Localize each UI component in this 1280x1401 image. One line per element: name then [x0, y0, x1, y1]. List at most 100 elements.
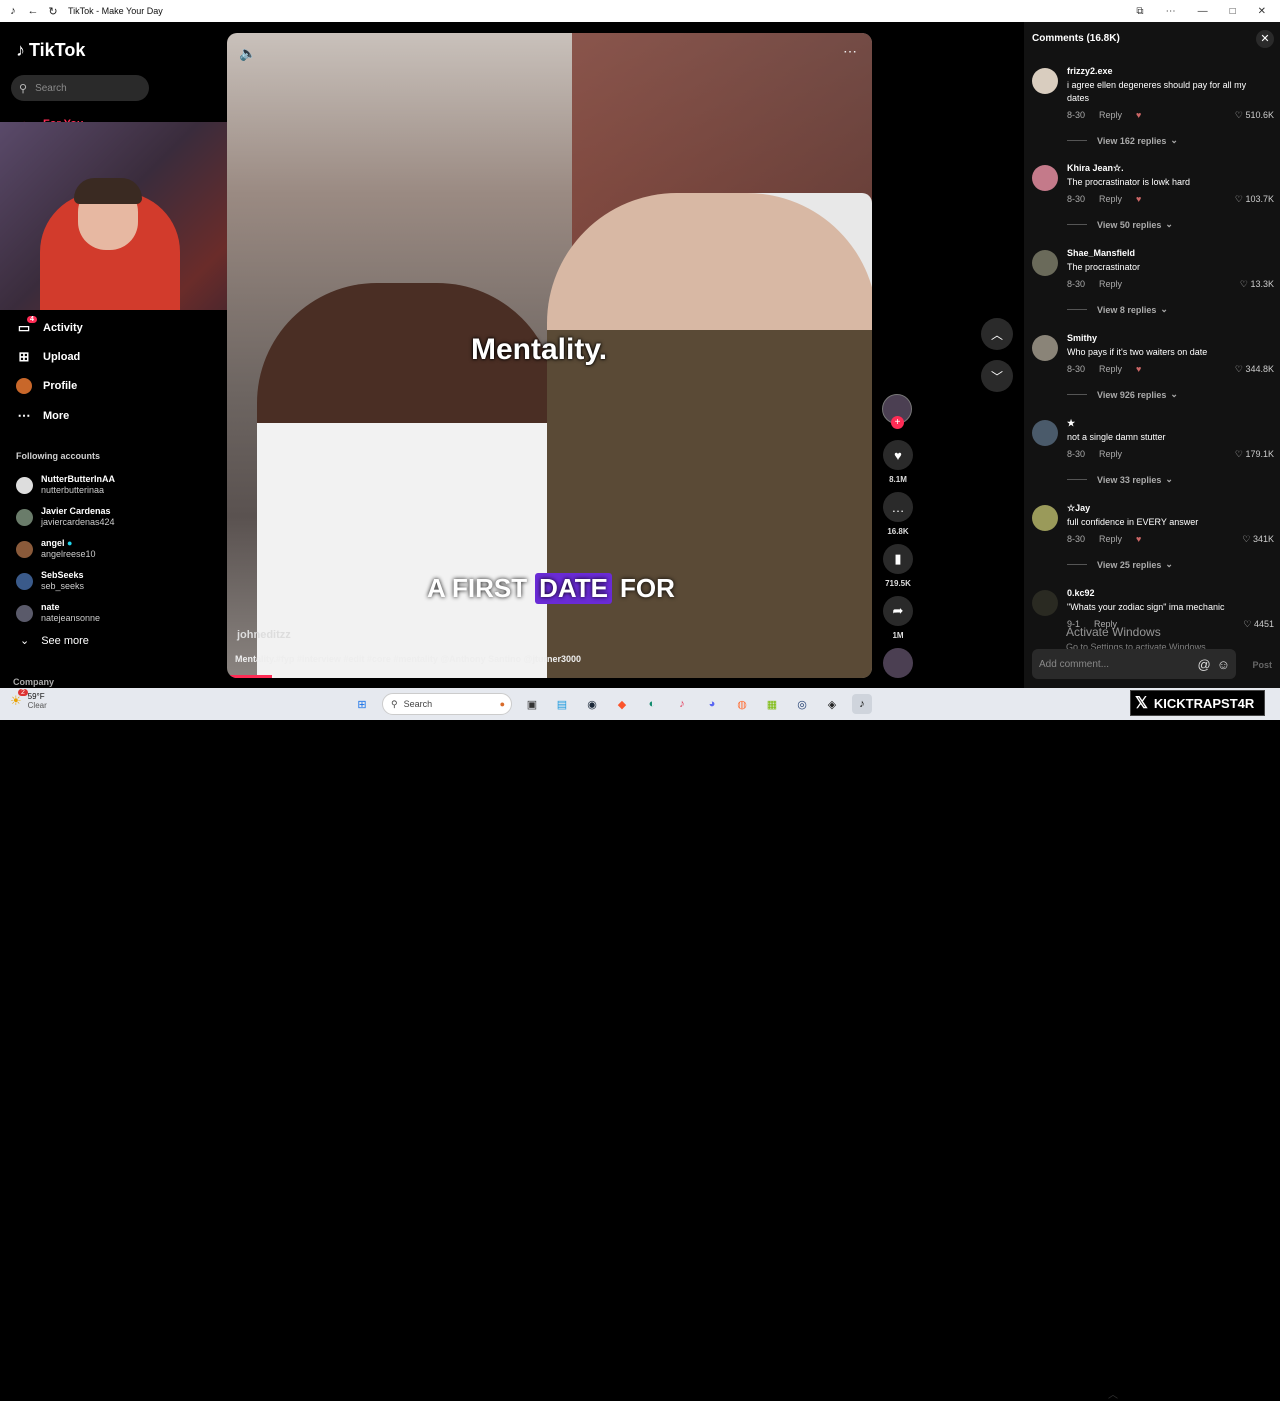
following-account[interactable]: angel ● angelreese10: [16, 538, 96, 560]
following-account[interactable]: SebSeeks seb_seeks: [16, 570, 84, 592]
next-video-button[interactable]: ﹀: [981, 360, 1013, 392]
video-more-icon[interactable]: ⋯: [843, 43, 858, 60]
weather-widget[interactable]: ☀ 2 59°F Clear: [10, 689, 47, 710]
heart-outline-icon: ♡: [1234, 449, 1243, 459]
save-button[interactable]: ▮ 719.5K: [882, 544, 914, 588]
see-more-button[interactable]: ⌄ See more: [20, 634, 89, 648]
view-replies-button[interactable]: View 926 replies ⌄: [1067, 389, 1178, 400]
reply-button[interactable]: Reply: [1099, 194, 1122, 204]
avatar[interactable]: [1032, 590, 1058, 616]
share-button[interactable]: ➦ 1M: [882, 596, 914, 640]
avatar[interactable]: [1032, 68, 1058, 94]
volume-icon[interactable]: 🔈: [239, 45, 256, 62]
maximize-button[interactable]: □: [1230, 6, 1236, 17]
chevron-up-icon[interactable]: ︿: [1108, 1386, 1118, 1401]
avatar[interactable]: [1032, 250, 1058, 276]
view-replies-button[interactable]: View 162 replies ⌄: [1067, 135, 1178, 146]
reply-button[interactable]: Reply: [1099, 279, 1122, 289]
search-input[interactable]: ⚲ Search: [11, 75, 149, 101]
comment-like-button[interactable]: ♡ 341K: [1242, 534, 1274, 545]
notepad-icon[interactable]: ▤: [552, 694, 572, 714]
comment-button[interactable]: … 16.8K: [882, 492, 914, 536]
view-replies-button[interactable]: View 8 replies ⌄: [1067, 304, 1168, 315]
video-progress-bar[interactable]: [227, 675, 272, 678]
close-button[interactable]: ✕: [1258, 6, 1266, 17]
streamer-brand-overlay: 𝕏 KICKTRAPST4R: [1130, 690, 1265, 716]
reply-button[interactable]: Reply: [1099, 364, 1122, 374]
sidebar-item-more[interactable]: ⋯ More: [16, 408, 70, 424]
previous-video-button[interactable]: ︿: [981, 318, 1013, 350]
app-view-icon[interactable]: ⧉: [1136, 6, 1143, 17]
comment-user[interactable]: Khira Jean☆.: [1067, 163, 1124, 174]
tiktok-logo[interactable]: ♪ TikTok: [16, 40, 85, 61]
post-button[interactable]: Post: [1252, 660, 1272, 670]
more-menu-icon[interactable]: ⋯: [1166, 6, 1176, 17]
following-account[interactable]: nate natejeansonne: [16, 602, 100, 624]
video-caption-bottom: A FIRST DATE FOR: [427, 573, 675, 604]
search-placeholder: Search: [35, 82, 67, 94]
view-replies-label: View 33 replies: [1097, 474, 1162, 485]
avatar: [16, 540, 33, 558]
brave-icon[interactable]: ◆: [612, 694, 632, 714]
view-replies-label: View 162 replies: [1097, 135, 1167, 146]
like-button[interactable]: ♥ 8.1M: [882, 440, 914, 484]
comment-user[interactable]: frizzy2.exe: [1067, 66, 1113, 76]
comment-user[interactable]: 0.kc92: [1067, 588, 1095, 598]
avatar[interactable]: [1032, 165, 1058, 191]
view-replies-button[interactable]: View 33 replies ⌄: [1067, 474, 1173, 485]
tiktok-taskbar-icon[interactable]: ♪: [672, 694, 692, 714]
discord-icon[interactable]: ◕: [702, 694, 722, 714]
view-replies-button[interactable]: View 50 replies ⌄: [1067, 219, 1173, 230]
comment-user[interactable]: Smithy: [1067, 333, 1097, 343]
taskbar-apps: ⊞ ⚲ Search ● ▣ ▤ ◉ ◆ ◐ ♪ ◕ ◍ ▦ ◎ ◈ ♪: [352, 693, 872, 715]
add-comment-input[interactable]: Add comment... @ ☺: [1032, 649, 1236, 679]
comment-like-button[interactable]: ♡ 103.7K: [1235, 194, 1274, 205]
sidebar-item-profile[interactable]: Profile: [16, 378, 77, 394]
avatar[interactable]: [1032, 335, 1058, 361]
edge-icon[interactable]: ◐: [642, 694, 662, 714]
obs-icon[interactable]: ◎: [792, 694, 812, 714]
firefox-icon[interactable]: ◍: [732, 694, 752, 714]
tiktok-active-icon[interactable]: ♪: [852, 694, 872, 714]
taskbar-search[interactable]: ⚲ Search ●: [382, 693, 512, 715]
video-player[interactable]: 🔈 ⋯ Mentality. A FIRST DATE FOR johnedit…: [227, 33, 872, 678]
avatar[interactable]: [1032, 505, 1058, 531]
back-arrow-icon[interactable]: ←: [26, 4, 40, 18]
comment-text: "Whats your zodiac sign" ima mechanic: [1067, 602, 1225, 612]
comment-like-button[interactable]: ♡ 4451: [1243, 619, 1274, 630]
company-link[interactable]: Company: [13, 677, 54, 687]
comment-text: full confidence in EVERY answer: [1067, 517, 1199, 527]
nvidia-icon[interactable]: ▦: [762, 694, 782, 714]
reply-button[interactable]: Reply: [1099, 449, 1122, 459]
comment-user[interactable]: ☆Jay: [1067, 503, 1090, 514]
windows-start-icon[interactable]: ⊞: [352, 694, 372, 714]
avatar[interactable]: [1032, 420, 1058, 446]
sidebar-item-upload[interactable]: ⊞ Upload: [16, 349, 81, 365]
following-account[interactable]: Javier Cardenas javiercardenas424: [16, 506, 115, 528]
chevron-up-icon: ︿: [990, 327, 1003, 342]
minimize-button[interactable]: —: [1198, 6, 1208, 17]
close-comments-button[interactable]: ✕: [1256, 30, 1274, 48]
sidebar-item-activity[interactable]: ▭ 4 Activity: [16, 316, 83, 336]
chevron-down-icon: ⌄: [1170, 389, 1178, 399]
app-icon[interactable]: ◈: [822, 694, 842, 714]
comment-like-button[interactable]: ♡ 510.6K: [1235, 110, 1274, 121]
view-replies-button[interactable]: View 25 replies ⌄: [1067, 559, 1173, 570]
video-author[interactable]: johneditzz: [237, 629, 291, 641]
comment-like-button[interactable]: ♡ 179.1K: [1235, 449, 1274, 460]
reply-button[interactable]: Reply: [1099, 534, 1122, 544]
steam-icon[interactable]: ◉: [582, 694, 602, 714]
reply-button[interactable]: Reply: [1099, 110, 1122, 120]
following-account[interactable]: NutterButterInAA nutterbutterinaa: [16, 474, 115, 496]
music-disc[interactable]: [882, 648, 914, 678]
emoji-icon[interactable]: ☺: [1217, 657, 1230, 672]
refresh-icon[interactable]: ↻: [46, 4, 60, 18]
comment-like-button[interactable]: ♡ 13.3K: [1240, 279, 1274, 290]
window-titlebar: ♪ ← ↻ TikTok - Make Your Day ⧉ ⋯ — □ ✕: [0, 0, 1280, 22]
task-view-icon[interactable]: ▣: [522, 694, 542, 714]
mention-icon[interactable]: @: [1198, 657, 1211, 672]
comment-user[interactable]: Shae_Mansfield: [1067, 248, 1135, 258]
follow-plus-icon[interactable]: +: [891, 416, 904, 429]
comment-like-button[interactable]: ♡ 344.8K: [1235, 364, 1274, 375]
comment-user[interactable]: ★: [1067, 418, 1075, 429]
